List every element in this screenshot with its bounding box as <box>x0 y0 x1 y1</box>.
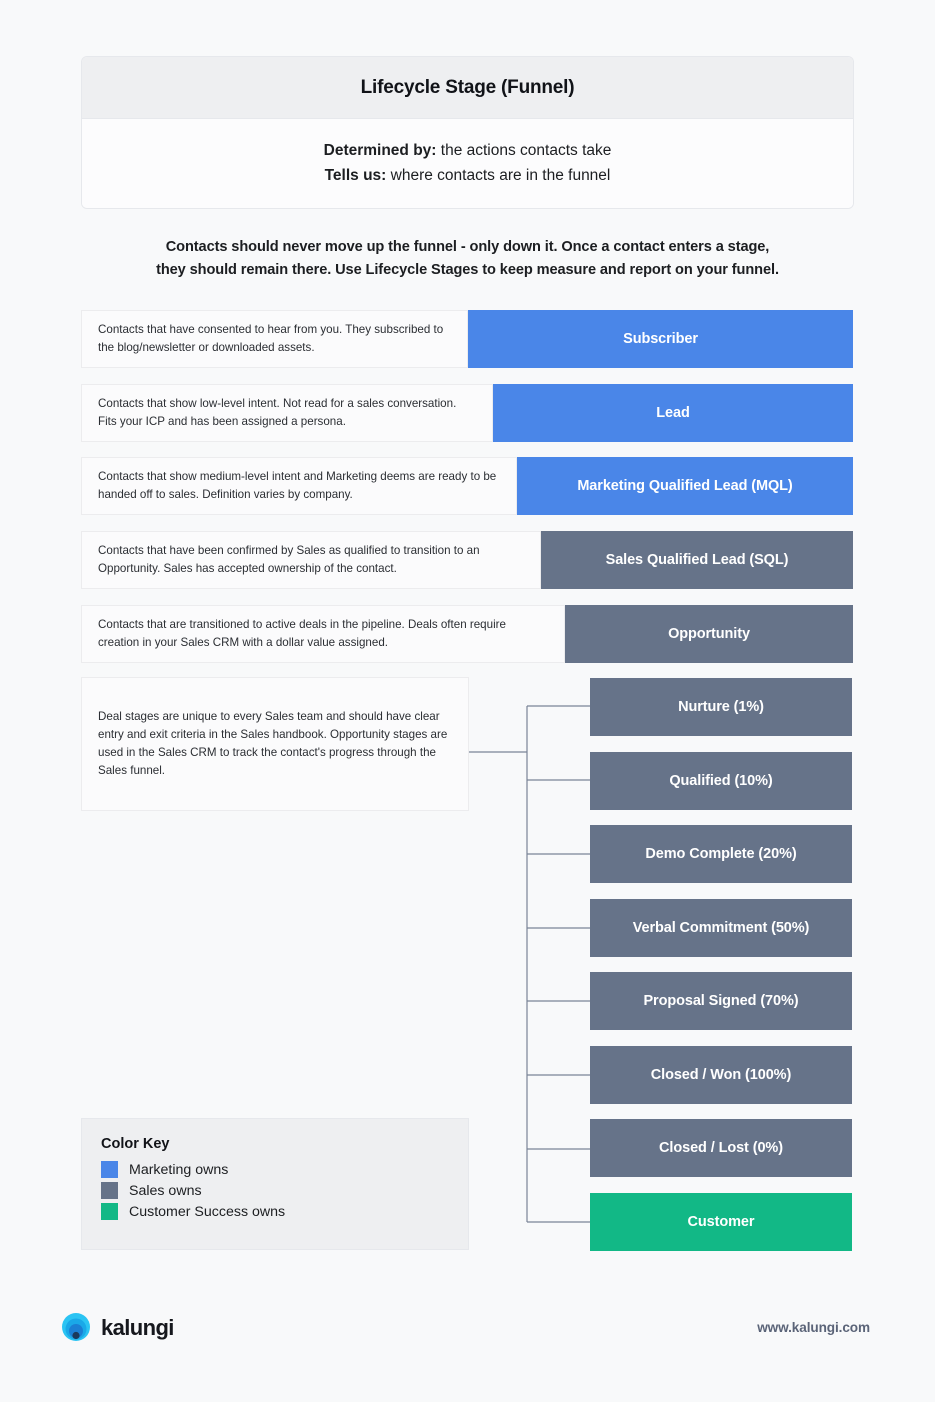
funnel-stage-bar[interactable]: Lead <box>493 384 853 442</box>
tells-us-label: Tells us: <box>324 167 387 184</box>
color-key-title: Color Key <box>101 1136 170 1152</box>
brand-logo[interactable]: kalungi <box>60 1312 174 1344</box>
funnel-description-box: Contacts that are transitioned to active… <box>81 605 565 663</box>
color-key-panel: Color Key Marketing owns Sales owns Custom… <box>81 1118 469 1250</box>
color-swatch-icon <box>101 1161 118 1178</box>
color-key-label: Marketing owns <box>129 1161 229 1178</box>
determined-by-label: Determined by: <box>323 141 437 159</box>
deal-stage-bar[interactable]: Demo Complete (20%) <box>590 825 852 883</box>
determined-by-value: the actions contacts take <box>436 141 612 159</box>
deal-stage-bar[interactable]: Qualified (10%) <box>590 752 852 810</box>
deal-stage-tree-connector <box>469 677 594 1247</box>
page-title: Lifecycle Stage (Funnel) <box>360 76 575 98</box>
tells-us-line: Tells us: where contacts are in the funn… <box>325 165 611 187</box>
deal-stage-bar[interactable]: Customer <box>590 1193 852 1251</box>
funnel-description-text: Contacts that have consented to hear fro… <box>98 323 444 354</box>
color-key-item: Customer Success owns <box>101 1203 468 1220</box>
tree-connector-svg <box>469 705 590 1223</box>
deal-stage-bar[interactable]: Nurture (1%) <box>590 678 852 736</box>
color-key-rows: Marketing owns Sales owns Customer Success… <box>101 1161 468 1220</box>
funnel-description-box: Contacts that have been confirmed by Sal… <box>81 531 541 589</box>
deal-stage-bar[interactable]: Closed / Lost (0%) <box>590 1119 852 1177</box>
determined-by-line: Determined by: the actions contacts take <box>324 140 612 162</box>
intro-paragraph: Contacts should never move up the funnel… <box>81 236 854 281</box>
deal-stages-note-text: Deal stages are unique to every Sales te… <box>98 710 448 777</box>
color-key-item: Marketing owns <box>101 1161 468 1178</box>
funnel-description-box: Contacts that show low-level intent. Not… <box>81 384 493 442</box>
color-key-label: Sales owns <box>129 1182 202 1199</box>
funnel-description-text: Contacts that show medium-level intent a… <box>98 470 497 501</box>
color-key-label: Customer Success owns <box>129 1203 286 1220</box>
color-swatch-icon <box>101 1203 118 1220</box>
kalungi-logo-icon <box>62 1313 90 1341</box>
funnel-stage-bar[interactable]: Opportunity <box>565 605 853 663</box>
color-swatch-icon <box>101 1182 118 1199</box>
tells-us-value: where contacts are in the funnel <box>386 167 611 184</box>
deal-stage-bar[interactable]: Proposal Signed (70%) <box>590 972 852 1030</box>
intro-line-2: they should remain there. Use Lifecycle … <box>156 261 779 278</box>
funnel-description-text: Contacts that are transitioned to active… <box>98 618 506 649</box>
funnel-stage-bar[interactable]: Subscriber <box>468 310 853 368</box>
deal-stage-bar[interactable]: Closed / Won (100%) <box>590 1046 852 1104</box>
header-title-bar: Lifecycle Stage (Funnel) <box>82 57 853 119</box>
brand-wordmark: kalungi <box>101 1315 174 1340</box>
funnel-description-box: Contacts that show medium-level intent a… <box>81 457 517 515</box>
deal-stage-bar[interactable]: Verbal Commitment (50%) <box>590 899 852 957</box>
funnel-stage-bar[interactable]: Sales Qualified Lead (SQL) <box>541 531 853 589</box>
deal-stages-note-box: Deal stages are unique to every Sales te… <box>81 677 469 811</box>
footer-website-url[interactable]: www.kalungi.com <box>757 1320 870 1335</box>
funnel-description-text: Contacts that show low-level intent. Not… <box>98 397 457 428</box>
funnel-stage-bar[interactable]: Marketing Qualified Lead (MQL) <box>517 457 853 515</box>
header-definition-body: Determined by: the actions contacts take… <box>82 119 853 208</box>
lifecycle-header-card: Lifecycle Stage (Funnel) Determined by: … <box>81 56 854 209</box>
intro-line-1: Contacts should never move up the funnel… <box>165 239 770 255</box>
funnel-description-box: Contacts that have consented to hear fro… <box>81 310 468 368</box>
color-key-item: Sales owns <box>101 1182 468 1199</box>
funnel-description-text: Contacts that have been confirmed by Sal… <box>98 544 480 575</box>
